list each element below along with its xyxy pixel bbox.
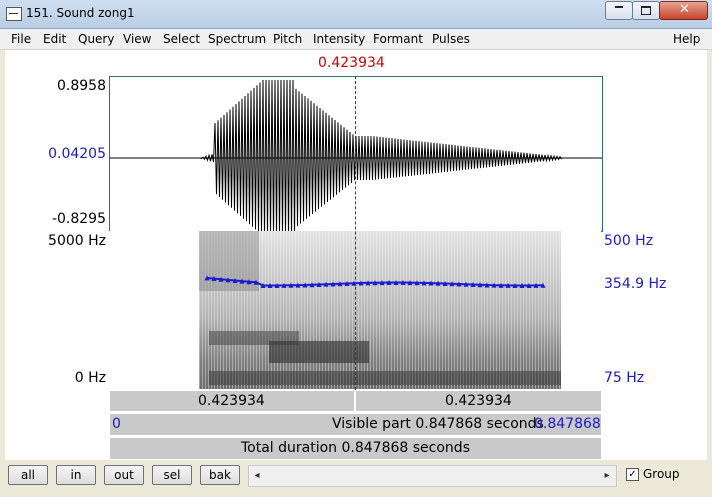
menu-bar: File Edit Query View Select Spectrum Pit…	[0, 29, 712, 50]
menu-spectrum[interactable]: Spectrum	[208, 32, 266, 46]
scroll-right-icon[interactable]: ▸	[600, 467, 614, 484]
scroll-left-icon[interactable]: ◂	[250, 467, 264, 484]
group-checkbox[interactable]: ✓	[626, 468, 639, 481]
window-title: 151. Sound zong1	[26, 6, 135, 20]
menu-view[interactable]: View	[123, 32, 151, 46]
menu-formant[interactable]: Formant	[373, 32, 423, 46]
minimize-button[interactable]	[605, 1, 633, 20]
left-time-bar[interactable]: 0.423934	[109, 390, 355, 412]
group-label: Group	[643, 467, 680, 481]
cursor-line	[355, 76, 356, 390]
menu-file[interactable]: File	[11, 32, 31, 46]
wave-mid-label: 0.04205	[48, 146, 106, 162]
out-button[interactable]: out	[104, 465, 144, 485]
menu-pulses[interactable]: Pulses	[432, 32, 470, 46]
maximize-button[interactable]	[632, 1, 660, 20]
bak-button[interactable]: bak	[200, 465, 240, 485]
app-icon	[6, 7, 22, 21]
minimize-icon	[615, 6, 623, 8]
visible-part-bar[interactable]: 0 Visible part 0.847868 seconds 0.847868	[109, 413, 602, 436]
cursor-time-label: 0.423934	[318, 55, 385, 71]
right-time-bar[interactable]: 0.423934	[355, 390, 602, 412]
left-time-value: 0.423934	[198, 393, 265, 409]
menu-help[interactable]: Help	[673, 32, 700, 46]
sel-button[interactable]: sel	[152, 465, 192, 485]
pitch-top-label: 500 Hz	[604, 233, 654, 249]
visible-part-text: Visible part 0.847868 seconds	[332, 416, 544, 432]
close-icon: ✕	[679, 2, 690, 17]
title-bar: 151. Sound zong1 ✕	[0, 0, 712, 29]
praat-sound-window: 151. Sound zong1 ✕ File Edit Query View …	[0, 0, 712, 497]
in-button[interactable]: in	[56, 465, 96, 485]
menu-pitch[interactable]: Pitch	[273, 32, 302, 46]
menu-query[interactable]: Query	[78, 32, 114, 46]
wave-min-label: -0.8295	[51, 211, 106, 227]
horizontal-scrollbar[interactable]: ◂ ▸	[248, 465, 617, 487]
wave-max-label: 0.8958	[57, 78, 106, 94]
maximize-icon	[641, 6, 651, 15]
spectrogram-top-label: 5000 Hz	[48, 233, 106, 249]
close-button[interactable]: ✕	[659, 1, 708, 20]
total-duration-bar[interactable]: Total duration 0.847868 seconds	[109, 437, 602, 460]
menu-edit[interactable]: Edit	[43, 32, 66, 46]
all-button[interactable]: all	[8, 465, 48, 485]
pitch-value-label: 354.9 Hz	[604, 276, 667, 292]
menu-intensity[interactable]: Intensity	[313, 32, 365, 46]
visible-end-value: 0.847868	[534, 416, 601, 432]
total-duration-text: Total duration 0.847868 seconds	[241, 440, 470, 456]
right-time-value: 0.423934	[445, 393, 512, 409]
visible-start-value: 0	[112, 416, 121, 432]
menu-select[interactable]: Select	[163, 32, 200, 46]
waveform-graphic	[110, 79, 602, 237]
pitch-bottom-label: 75 Hz	[604, 370, 645, 386]
spectrogram-bottom-label: 0 Hz	[74, 370, 106, 386]
waveform-area[interactable]	[109, 76, 603, 237]
